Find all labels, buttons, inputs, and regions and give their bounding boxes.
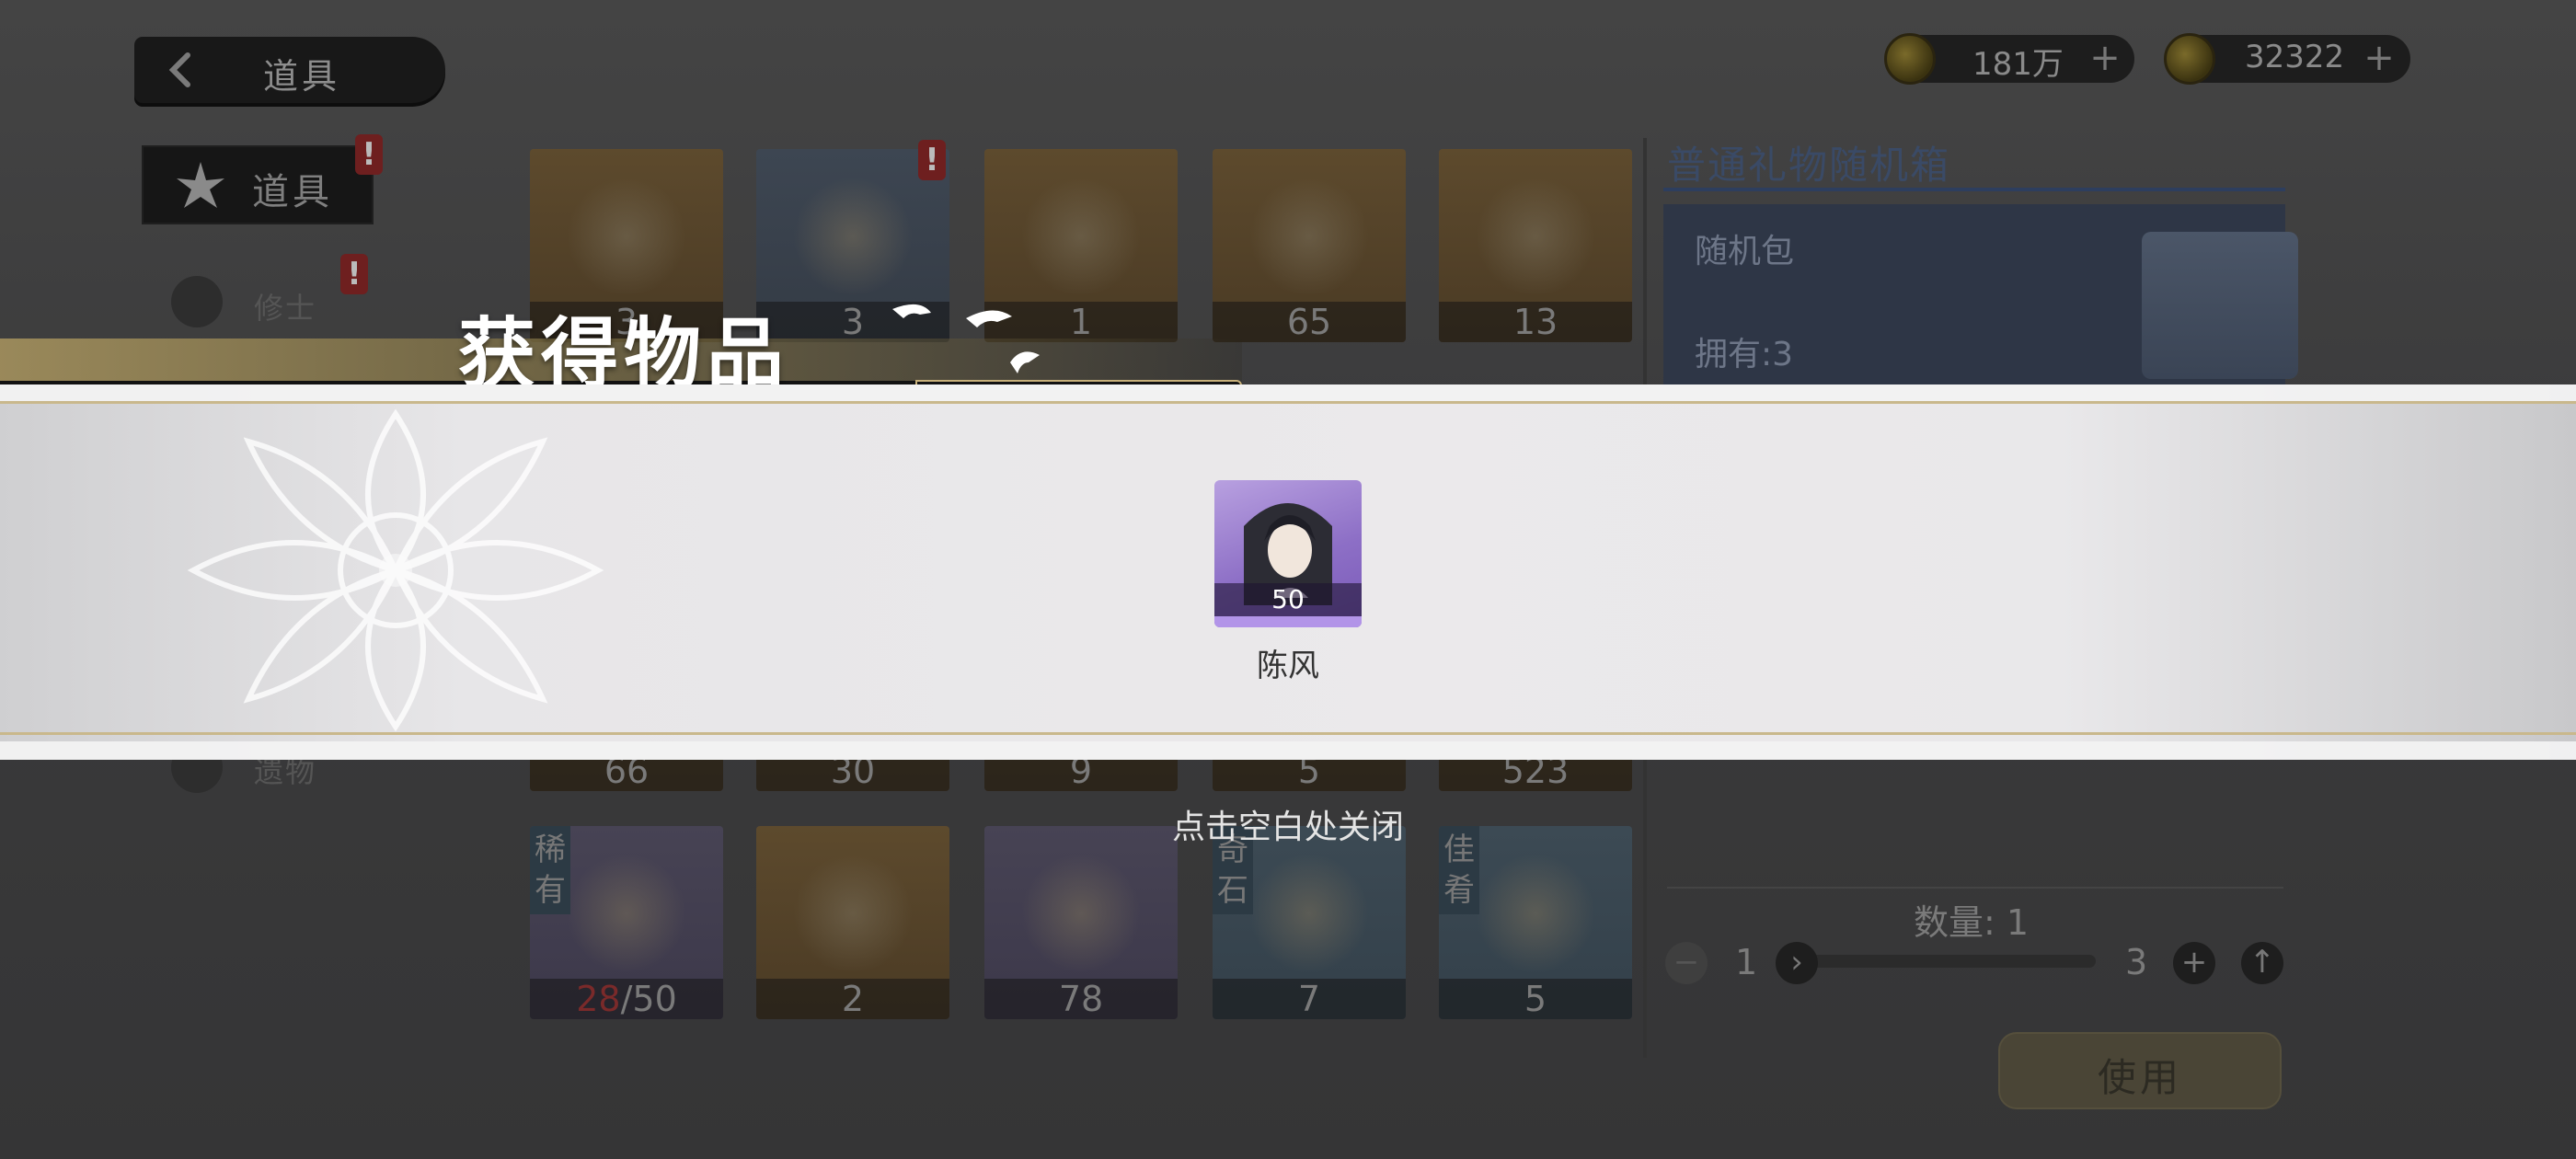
alert-badge: ! <box>355 134 383 175</box>
min-quantity: 1 <box>1735 942 1758 982</box>
item-count: 7 <box>1213 979 1406 1019</box>
currency-jade: 32322 + <box>2164 33 2410 85</box>
use-label: 使用 <box>2097 1055 2182 1100</box>
swirl-stone-icon <box>1249 854 1369 973</box>
item-count: 2 <box>756 979 949 1019</box>
beetle-icon <box>171 276 223 327</box>
swallow-icon <box>892 304 1040 373</box>
divider <box>1667 887 2283 889</box>
increase-button[interactable]: + <box>2173 942 2215 984</box>
reward-count: 50 <box>1214 583 1362 616</box>
alert-badge: ! <box>918 140 946 180</box>
alert-badge: ! <box>340 254 368 294</box>
back-button[interactable]: 道具 <box>134 37 445 103</box>
item-count: 5 <box>1439 979 1632 1019</box>
item-count: 28/50 <box>530 979 723 1019</box>
item-type: 随机包 <box>1695 233 1795 270</box>
page-title: 道具 <box>263 56 341 97</box>
item-slot[interactable]: 78 <box>984 826 1178 1019</box>
owned-count: 拥有:3 <box>1695 336 1794 373</box>
slider-handle[interactable]: › <box>1776 942 1818 984</box>
bowl-icon <box>1476 854 1595 973</box>
bell-icon <box>1249 177 1369 296</box>
item-slot[interactable]: 佳肴 5 <box>1439 826 1632 1019</box>
quantity-label: 数量: 1 <box>1914 894 2029 945</box>
item-art <box>567 177 686 296</box>
item-count: 13 <box>1439 302 1632 342</box>
max-button[interactable]: ↑ <box>2241 942 2283 984</box>
detail-box: 随机包 拥有:3 <box>1663 204 2298 384</box>
currency-copper: 181万 + <box>1884 33 2134 85</box>
count-current: 28 <box>576 979 621 1019</box>
item-slot[interactable]: 65 <box>1213 149 1406 342</box>
book-icon <box>1021 854 1141 973</box>
count-total: /50 <box>620 979 677 1019</box>
key-icon <box>1476 177 1595 296</box>
copper-coin-icon <box>1884 33 1936 85</box>
phoenix-feather-icon <box>793 854 913 973</box>
decrease-button[interactable]: − <box>1665 942 1708 984</box>
item-slot[interactable]: 奇石 7 <box>1213 826 1406 1019</box>
quantity-slider[interactable] <box>1801 955 2096 968</box>
item-slot[interactable]: 13 <box>1439 149 1632 342</box>
sidebar-item-items[interactable]: 道具 <box>142 145 374 224</box>
currency-amount: 181万 <box>1972 46 2064 83</box>
detail-rule <box>1663 188 2285 191</box>
use-button[interactable]: 使用 <box>1998 1032 2282 1109</box>
reward-name: 陈风 <box>1257 648 1319 684</box>
talisman-icon <box>567 854 686 973</box>
item-slot[interactable]: 2 <box>756 826 949 1019</box>
flower-icon <box>177 162 224 208</box>
max-quantity: 3 <box>2125 942 2148 982</box>
rarity-stripe <box>1214 616 1362 627</box>
sidebar-item-label: 道具 <box>252 171 333 213</box>
orb-icon <box>1021 177 1141 296</box>
gift-box-icon <box>2142 232 2298 379</box>
currency-amount: 32322 <box>2245 39 2345 75</box>
item-count: 78 <box>984 979 1178 1019</box>
detail-title: 普通礼物随机箱 <box>1667 143 1951 188</box>
add-currency-icon[interactable]: + <box>2361 40 2398 77</box>
item-slot-rare-card[interactable]: 稀有 28/50 <box>530 826 723 1019</box>
add-currency-icon[interactable]: + <box>2087 40 2123 77</box>
sidebar-item-label: 修士 <box>254 291 317 326</box>
chevron-left-icon <box>168 52 190 87</box>
item-count: 65 <box>1213 302 1406 342</box>
close-hint[interactable]: 点击空白处关闭 <box>1104 800 1472 848</box>
quantity-value: 1 <box>2006 902 2030 943</box>
jade-currency-icon <box>2164 33 2215 85</box>
lotus-emblem-icon <box>187 408 604 732</box>
quantity-text: 数量: <box>1914 902 1995 943</box>
rarity-tag: 稀有 <box>530 826 570 914</box>
gift-box-icon <box>793 177 913 296</box>
reward-item-card[interactable]: 50 <box>1214 480 1362 627</box>
